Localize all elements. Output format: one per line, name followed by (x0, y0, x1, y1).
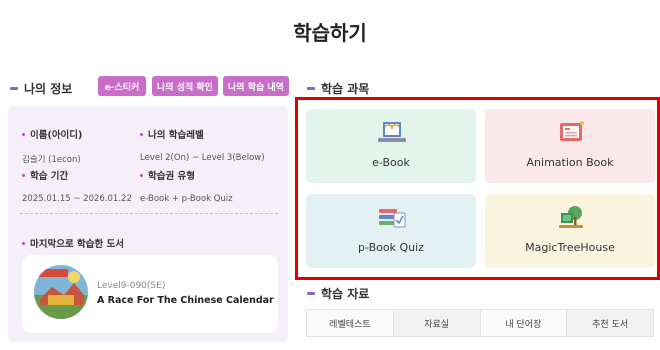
materials-heading-label: 학습 자료 (321, 287, 370, 301)
materials-tabs: 레벨테스트 자료실 내 단어장 추천 도서 (306, 309, 654, 337)
info-item-period: 학습 기간 2025.01.15 ~ 2026.01.22 (22, 168, 132, 204)
book-title: A Race For The Chinese Calendar (97, 295, 274, 306)
courses-highlight-box (295, 97, 660, 280)
info-item-name: 이름(아이디) 김슬기 (1econ) (22, 127, 82, 165)
tab-recommended-books[interactable]: 추천 도서 (567, 310, 653, 336)
tab-level-test[interactable]: 레벨테스트 (307, 310, 394, 336)
info-item-level: 나의 학습레벨 Level 2(On) ~ Level 3(Below) (140, 127, 265, 163)
my-grades-button[interactable]: 나의 성적 확인 (152, 76, 218, 96)
heading-dash (307, 87, 315, 90)
my-info-heading-label: 나의 정보 (24, 82, 73, 96)
bullet-dot (22, 173, 25, 177)
courses-heading-label: 학습 과목 (321, 82, 370, 96)
info-label: 학습 기간 (30, 171, 69, 182)
info-value: 2025.01.15 ~ 2026.01.22 (22, 194, 132, 204)
heading-dash (10, 87, 18, 90)
info-label: 학습권 유형 (148, 171, 196, 182)
tab-resources[interactable]: 자료실 (393, 310, 481, 336)
e-sticker-button[interactable]: e-스티커 (98, 76, 146, 96)
page-title: 학습하기 (293, 21, 367, 45)
tab-my-vocabulary[interactable]: 내 단어장 (481, 310, 568, 336)
bullet-dot (22, 241, 25, 245)
info-label: 나의 학습레벨 (148, 130, 204, 141)
info-item-pass-type: 학습권 유형 e-Book + p-Book Quiz (140, 168, 233, 204)
my-info-heading: 나의 정보 (10, 80, 72, 97)
my-history-button[interactable]: 나의 학습 내역 (223, 76, 289, 96)
bullet-dot (22, 132, 25, 136)
bullet-dot (140, 173, 143, 177)
courses-heading: 학습 과목 (307, 80, 369, 97)
bullet-dot (140, 132, 143, 136)
heading-dash (307, 292, 315, 295)
info-value: 김슬기 (1econ) (22, 155, 81, 165)
last-book-card[interactable]: Level9-090(SE) A Race For The Chinese Ca… (22, 255, 278, 333)
book-cover-image (34, 265, 88, 319)
info-label: 이름(아이디) (30, 130, 83, 141)
last-book-heading: 마지막으로 학습한 도서 (22, 236, 124, 250)
last-book-heading-label: 마지막으로 학습한 도서 (30, 239, 125, 250)
info-value: Level 2(On) ~ Level 3(Below) (140, 153, 265, 163)
materials-heading: 학습 자료 (307, 285, 369, 302)
book-level: Level9-090(SE) (97, 281, 166, 291)
info-value: e-Book + p-Book Quiz (140, 194, 233, 204)
dashed-divider (20, 213, 278, 214)
